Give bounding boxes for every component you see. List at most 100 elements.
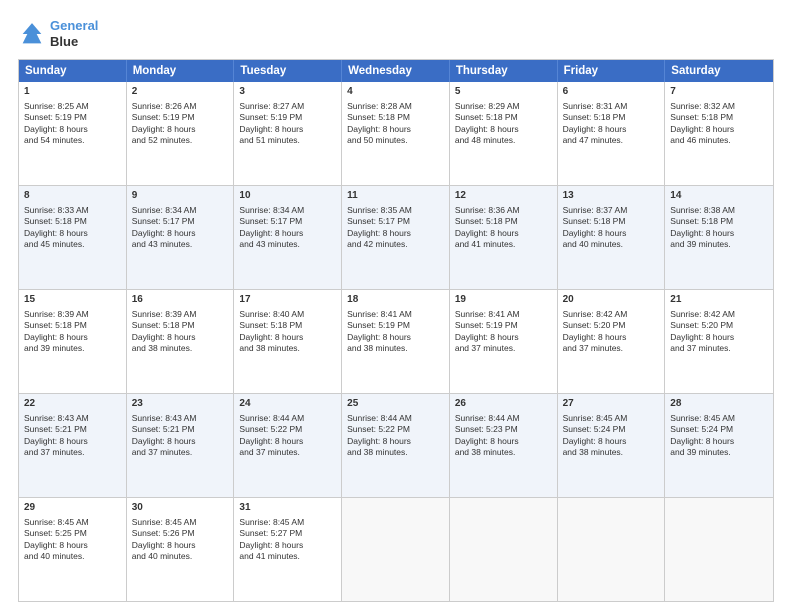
day-info-line-2: Daylight: 8 hours [132, 332, 229, 343]
day-info-line-0: Sunrise: 8:29 AM [455, 101, 552, 112]
day-info-line-2: Daylight: 8 hours [239, 540, 336, 551]
day-info-line-3: and 38 minutes. [455, 447, 552, 458]
page: General Blue SundayMondayTuesdayWednesda… [0, 0, 792, 612]
day-info-line-2: Daylight: 8 hours [132, 228, 229, 239]
day-info-line-3: and 41 minutes. [239, 551, 336, 562]
day-cell-9: 9Sunrise: 8:34 AMSunset: 5:17 PMDaylight… [127, 186, 235, 289]
day-info-line-3: and 46 minutes. [670, 135, 768, 146]
day-info-line-1: Sunset: 5:18 PM [563, 216, 660, 227]
day-info-line-2: Daylight: 8 hours [239, 332, 336, 343]
day-info-line-3: and 45 minutes. [24, 239, 121, 250]
day-cell-18: 18Sunrise: 8:41 AMSunset: 5:19 PMDayligh… [342, 290, 450, 393]
day-info-line-0: Sunrise: 8:42 AM [563, 309, 660, 320]
weekday-header-saturday: Saturday [665, 60, 773, 82]
day-number-17: 17 [239, 293, 336, 307]
day-cell-11: 11Sunrise: 8:35 AMSunset: 5:17 PMDayligh… [342, 186, 450, 289]
day-number-9: 9 [132, 189, 229, 203]
day-number-3: 3 [239, 85, 336, 99]
day-info-line-0: Sunrise: 8:38 AM [670, 205, 768, 216]
day-info-line-3: and 43 minutes. [239, 239, 336, 250]
weekday-header-thursday: Thursday [450, 60, 558, 82]
day-number-18: 18 [347, 293, 444, 307]
empty-cell-r4c6 [665, 498, 773, 601]
day-info-line-1: Sunset: 5:18 PM [670, 216, 768, 227]
day-info-line-1: Sunset: 5:18 PM [347, 112, 444, 123]
day-number-4: 4 [347, 85, 444, 99]
calendar-row-2: 8Sunrise: 8:33 AMSunset: 5:18 PMDaylight… [19, 185, 773, 289]
day-info-line-1: Sunset: 5:17 PM [239, 216, 336, 227]
day-info-line-3: and 37 minutes. [239, 447, 336, 458]
day-number-25: 25 [347, 397, 444, 411]
day-info-line-0: Sunrise: 8:45 AM [670, 413, 768, 424]
day-info-line-0: Sunrise: 8:37 AM [563, 205, 660, 216]
day-info-line-1: Sunset: 5:18 PM [563, 112, 660, 123]
day-info-line-2: Daylight: 8 hours [24, 332, 121, 343]
weekday-header-wednesday: Wednesday [342, 60, 450, 82]
day-cell-15: 15Sunrise: 8:39 AMSunset: 5:18 PMDayligh… [19, 290, 127, 393]
day-info-line-0: Sunrise: 8:35 AM [347, 205, 444, 216]
day-cell-6: 6Sunrise: 8:31 AMSunset: 5:18 PMDaylight… [558, 82, 666, 185]
day-cell-5: 5Sunrise: 8:29 AMSunset: 5:18 PMDaylight… [450, 82, 558, 185]
day-info-line-0: Sunrise: 8:36 AM [455, 205, 552, 216]
day-info-line-3: and 37 minutes. [132, 447, 229, 458]
day-info-line-2: Daylight: 8 hours [347, 436, 444, 447]
day-info-line-1: Sunset: 5:21 PM [132, 424, 229, 435]
day-info-line-1: Sunset: 5:19 PM [24, 112, 121, 123]
day-cell-3: 3Sunrise: 8:27 AMSunset: 5:19 PMDaylight… [234, 82, 342, 185]
day-info-line-2: Daylight: 8 hours [347, 124, 444, 135]
day-info-line-1: Sunset: 5:19 PM [455, 320, 552, 331]
day-info-line-2: Daylight: 8 hours [347, 228, 444, 239]
day-number-22: 22 [24, 397, 121, 411]
day-info-line-1: Sunset: 5:25 PM [24, 528, 121, 539]
day-number-15: 15 [24, 293, 121, 307]
weekday-header-tuesday: Tuesday [234, 60, 342, 82]
day-info-line-3: and 40 minutes. [132, 551, 229, 562]
day-info-line-3: and 39 minutes. [24, 343, 121, 354]
day-info-line-0: Sunrise: 8:42 AM [670, 309, 768, 320]
day-info-line-1: Sunset: 5:22 PM [239, 424, 336, 435]
day-info-line-0: Sunrise: 8:43 AM [132, 413, 229, 424]
day-info-line-2: Daylight: 8 hours [132, 124, 229, 135]
calendar-header: SundayMondayTuesdayWednesdayThursdayFrid… [19, 60, 773, 82]
day-info-line-0: Sunrise: 8:44 AM [347, 413, 444, 424]
day-info-line-0: Sunrise: 8:40 AM [239, 309, 336, 320]
day-cell-19: 19Sunrise: 8:41 AMSunset: 5:19 PMDayligh… [450, 290, 558, 393]
logo-text: General Blue [50, 18, 98, 49]
day-number-14: 14 [670, 189, 768, 203]
empty-cell-r4c3 [342, 498, 450, 601]
day-cell-25: 25Sunrise: 8:44 AMSunset: 5:22 PMDayligh… [342, 394, 450, 497]
day-number-1: 1 [24, 85, 121, 99]
day-info-line-1: Sunset: 5:18 PM [132, 320, 229, 331]
day-cell-28: 28 Sunrise: 8:45 AMSunset: 5:24 PMDayligh… [665, 394, 773, 497]
calendar-row-5: 29Sunrise: 8:45 AMSunset: 5:25 PMDayligh… [19, 497, 773, 601]
day-info-line-3: and 39 minutes. [670, 239, 768, 250]
day-info-line-3: and 37 minutes. [455, 343, 552, 354]
day-info-line-2: Daylight: 8 hours [670, 436, 768, 447]
calendar-row-1: 1Sunrise: 8:25 AMSunset: 5:19 PMDaylight… [19, 82, 773, 185]
day-info-line-0: Sunrise: 8:45 AM [132, 517, 229, 528]
day-info-line-1: Sunset: 5:20 PM [563, 320, 660, 331]
day-number-28: 28 [670, 397, 768, 411]
day-cell-23: 23Sunrise: 8:43 AMSunset: 5:21 PMDayligh… [127, 394, 235, 497]
day-number-26: 26 [455, 397, 552, 411]
day-cell-30: 30Sunrise: 8:45 AMSunset: 5:26 PMDayligh… [127, 498, 235, 601]
day-info-line-3: and 50 minutes. [347, 135, 444, 146]
day-info-line-3: and 43 minutes. [132, 239, 229, 250]
day-info-line-0: Sunrise: 8:27 AM [239, 101, 336, 112]
day-number-29: 29 [24, 501, 121, 515]
logo-icon [18, 20, 46, 48]
day-number-23: 23 [132, 397, 229, 411]
day-cell-21: 21Sunrise: 8:42 AMSunset: 5:20 PMDayligh… [665, 290, 773, 393]
day-info-line-1: Sunset: 5:18 PM [24, 320, 121, 331]
day-info-line-2: Daylight: 8 hours [24, 540, 121, 551]
day-number-11: 11 [347, 189, 444, 203]
logo: General Blue [18, 18, 98, 49]
day-info-line-2: Daylight: 8 hours [455, 124, 552, 135]
day-info-line-1: Sunset: 5:24 PM [670, 424, 768, 435]
day-cell-8: 8Sunrise: 8:33 AMSunset: 5:18 PMDaylight… [19, 186, 127, 289]
day-info-line-1: Sunset: 5:27 PM [239, 528, 336, 539]
day-info-line-0: Sunrise: 8:39 AM [132, 309, 229, 320]
day-info-line-2: Daylight: 8 hours [670, 332, 768, 343]
day-info-line-2: Daylight: 8 hours [239, 228, 336, 239]
day-info-line-2: Daylight: 8 hours [24, 124, 121, 135]
